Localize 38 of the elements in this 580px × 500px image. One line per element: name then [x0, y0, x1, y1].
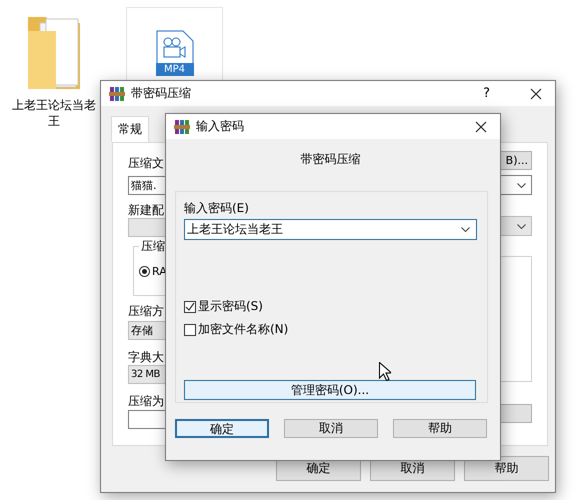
close-icon[interactable] — [530, 88, 542, 100]
dialog-heading: 带密码压缩 — [300, 152, 360, 166]
field-label: 新建配 — [128, 203, 164, 217]
dialog-button[interactable]: 帮助 — [464, 456, 549, 481]
checkbox-option[interactable]: 显示密码(S) — [184, 298, 477, 315]
help-button[interactable]: ? — [483, 86, 490, 101]
dialog-button[interactable]: 确定 — [175, 419, 269, 438]
chevron-icon — [517, 182, 526, 188]
folder-label[interactable]: 上老王论坛当老王 — [9, 97, 99, 129]
close-icon[interactable] — [475, 120, 487, 132]
window-title: 带密码压缩 — [131, 85, 192, 102]
field-label: 压缩文 — [128, 156, 164, 170]
field-label: 输入密码(E) — [184, 201, 250, 215]
button[interactable] — [499, 404, 532, 423]
tab[interactable]: 常规 — [111, 116, 149, 142]
video-file-icon: MP4 — [156, 30, 194, 76]
checkmark-icon — [185, 302, 195, 312]
chevron-icon — [461, 227, 470, 232]
checkbox[interactable] — [184, 300, 196, 312]
field-label: 字典大 — [128, 350, 164, 364]
list-box[interactable] — [499, 256, 532, 382]
dialog-button[interactable]: 取消 — [284, 419, 378, 438]
chevron-icon — [517, 224, 526, 228]
app-icon — [109, 86, 125, 102]
dropdown[interactable] — [499, 175, 532, 195]
mouse-pointer-icon — [379, 362, 391, 381]
dialog-button[interactable]: 帮助 — [393, 419, 487, 438]
field-label: 压缩为 — [128, 394, 164, 408]
window-title: 输入密码 — [196, 118, 245, 135]
checkbox-option[interactable]: 加密文件名称(N) — [184, 321, 477, 338]
dropdown[interactable] — [499, 216, 532, 236]
manage-passwords-button[interactable]: 管理密码(O)... — [184, 380, 476, 400]
field-label: 压缩方 — [128, 304, 164, 318]
password-combo-box[interactable]: 上老王论坛当老王 — [184, 219, 477, 240]
app-icon — [174, 118, 190, 134]
checkbox[interactable] — [184, 324, 196, 336]
file-tile[interactable]: MP4 — [126, 7, 223, 81]
group-label: 压缩 — [139, 239, 167, 253]
